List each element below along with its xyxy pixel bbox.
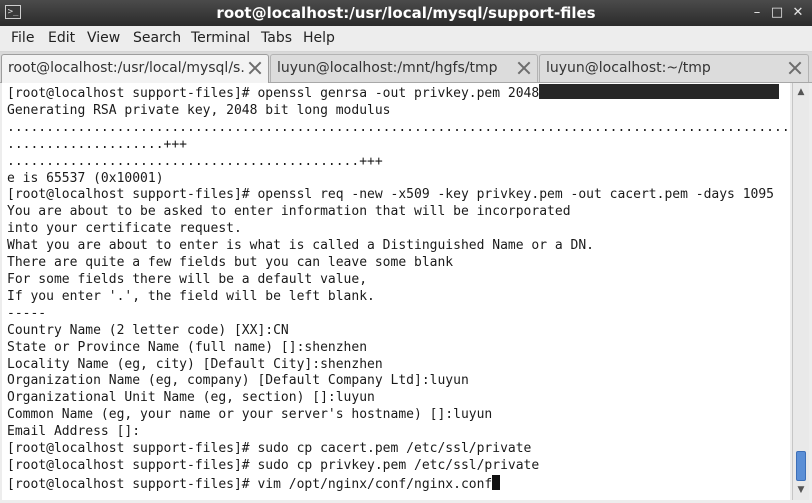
tab-bar: root@localhost:/usr/local/mysql/s... luy…: [0, 52, 812, 83]
terminal-output[interactable]: [root@localhost support-files]# openssl …: [2, 83, 790, 500]
menu-help[interactable]: Help: [303, 26, 335, 51]
close-tab-icon[interactable]: [248, 61, 262, 75]
menu-search[interactable]: Search: [133, 26, 181, 51]
terminal-line: You are about to be asked to enter infor…: [7, 204, 571, 220]
menu-terminal[interactable]: Terminal: [191, 26, 250, 51]
terminal-line: Email Address []:: [7, 424, 141, 440]
terminal-line: [root@localhost support-files]# openssl …: [7, 187, 775, 203]
terminal-line: What you are about to enter is what is c…: [7, 238, 594, 254]
terminal-line: [root@localhost support-files]# sudo cp …: [7, 457, 540, 473]
maximize-button[interactable]: □: [768, 4, 786, 22]
terminal-line: For some fields there will be a default …: [7, 271, 368, 287]
scroll-up-icon[interactable]: ▲: [795, 85, 807, 99]
tab-label: root@localhost:/usr/local/mysql/s...: [8, 60, 244, 76]
terminal-line: -----: [7, 305, 47, 321]
terminal-line: If you enter '.', the field will be left…: [7, 288, 375, 304]
terminal-line: [root@localhost support-files]# openssl …: [7, 86, 540, 101]
tab-label: luyun@localhost:/mnt/hgfs/tmp: [277, 60, 498, 76]
terminal-line: [root@localhost support-files]# sudo cp …: [7, 441, 532, 457]
terminal-line: Country Name (2 letter code) [XX]:CN: [7, 322, 289, 338]
terminal-line: [root@localhost support-files]# vim /opt…: [7, 476, 493, 492]
title-bar[interactable]: >_ root@localhost:/usr/local/mysql/suppo…: [0, 0, 812, 26]
terminal-line: ........................................…: [7, 153, 383, 169]
terminal-window: >_ root@localhost:/usr/local/mysql/suppo…: [0, 0, 812, 503]
terminal-line: into your certificate request.: [7, 221, 242, 237]
menu-view[interactable]: View: [87, 26, 120, 51]
close-button[interactable]: ✕: [789, 4, 807, 22]
tab-luyun-hgfs[interactable]: luyun@localhost:/mnt/hgfs/tmp: [270, 54, 538, 82]
terminal-line: Common Name (eg, your name or your serve…: [7, 407, 493, 423]
close-tab-icon[interactable]: [517, 61, 531, 75]
terminal-line: State or Province Name (full name) []:sh…: [7, 339, 368, 355]
window-title: root@localhost:/usr/local/mysql/support-…: [216, 4, 596, 22]
text-cursor: [492, 474, 501, 490]
terminal-line: Organizational Unit Name (eg, section) […: [7, 390, 375, 406]
tab-label: luyun@localhost:~/tmp: [546, 60, 711, 76]
terminal-line: ........................................…: [7, 119, 790, 135]
menu-bar: File Edit View Search Terminal Tabs Help: [0, 26, 812, 52]
vertical-scrollbar[interactable]: ▲ ▼: [792, 83, 809, 500]
scrollbar-thumb[interactable]: [796, 451, 806, 481]
terminal-line: ....................+++: [7, 136, 188, 152]
menu-edit[interactable]: Edit: [48, 26, 75, 51]
terminal-line: Locality Name (eg, city) [Default City]:…: [7, 356, 383, 372]
minimize-button[interactable]: –: [748, 4, 766, 22]
menu-tabs[interactable]: Tabs: [261, 26, 292, 51]
scroll-down-icon[interactable]: ▼: [795, 483, 807, 497]
terminal-line: Generating RSA private key, 2048 bit lon…: [7, 102, 391, 118]
tab-root-support-files[interactable]: root@localhost:/usr/local/mysql/s...: [1, 54, 269, 83]
menu-file[interactable]: File: [11, 26, 34, 51]
terminal-line: Organization Name (eg, company) [Default…: [7, 373, 469, 389]
tab-luyun-home-tmp[interactable]: luyun@localhost:~/tmp: [539, 54, 809, 82]
close-tab-icon[interactable]: [788, 61, 802, 75]
redaction-block: [539, 84, 780, 99]
terminal-line: e is 65537 (0x10001): [7, 170, 164, 186]
terminal-line: There are quite a few fields but you can…: [7, 255, 454, 271]
